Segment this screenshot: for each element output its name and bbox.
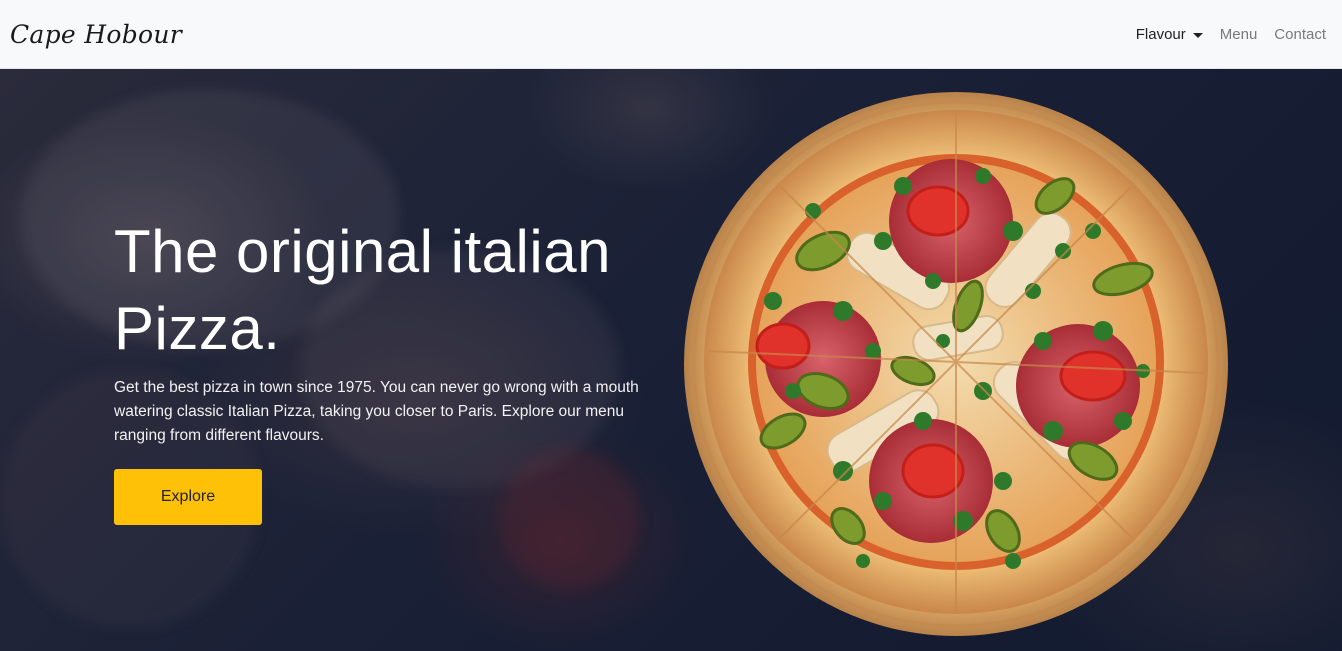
pizza-image [683,91,1229,637]
navbar: Cape Hobour Flavour Menu Contact [0,0,1342,69]
hero-title-line1: The original italian [114,218,611,285]
nav-links: Flavour Menu Contact [1136,26,1326,43]
hero-title: The original italian Pizza. [114,213,674,367]
hero-text-block: The original italian Pizza. Get the best… [114,213,674,448]
nav-item-contact[interactable]: Contact [1274,26,1326,43]
explore-button[interactable]: Explore [114,469,262,525]
caret-down-icon [1192,32,1203,38]
hero-section: The original italian Pizza. Get the best… [0,69,1342,651]
background-texture [500,449,640,589]
pizza-illustration [684,92,1228,636]
hero-description: Get the best pizza in town since 1975. Y… [114,379,639,444]
hero-title-line2: Pizza. [114,295,281,362]
nav-item-menu[interactable]: Menu [1220,26,1258,43]
brand-logo[interactable]: Cape Hobour [10,20,182,49]
nav-item-flavour-label: Flavour [1135,25,1186,43]
nav-item-flavour[interactable]: Flavour [1136,26,1203,43]
